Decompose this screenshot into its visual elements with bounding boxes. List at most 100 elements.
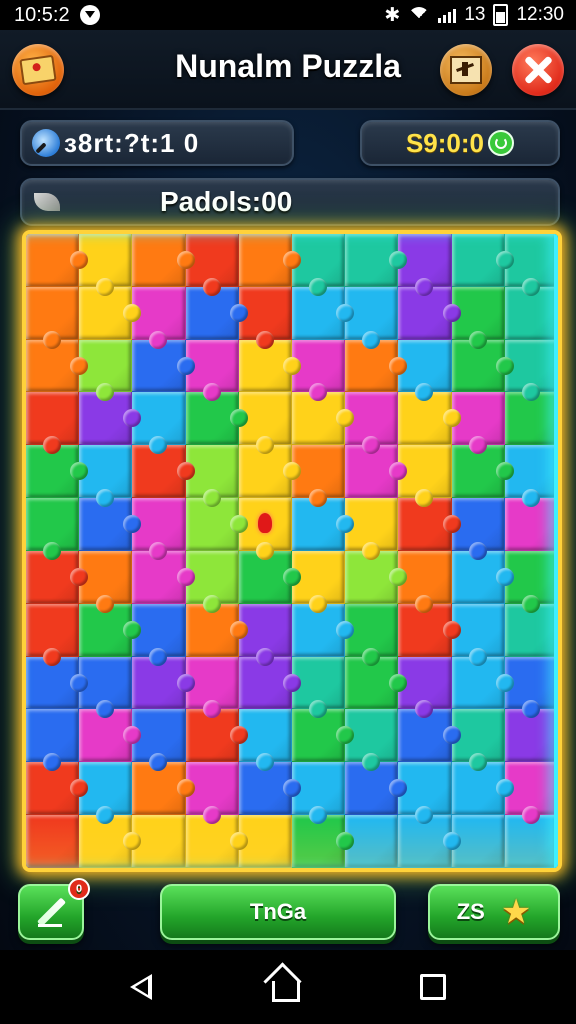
timer-text: ɜ8rt:?t:1 0 — [64, 127, 200, 158]
puzzle-knob — [202, 594, 221, 613]
puzzle-knob — [255, 647, 274, 666]
puzzle-piece[interactable] — [26, 286, 80, 349]
puzzle-knob — [229, 832, 248, 851]
puzzle-knob — [176, 250, 195, 269]
puzzle-knob — [309, 277, 328, 296]
puzzle-knob — [442, 726, 461, 745]
puzzle-knob — [176, 356, 195, 375]
puzzle-knob — [468, 647, 487, 666]
header-bar: Nunalm Puzzla — [0, 30, 576, 110]
close-button[interactable] — [512, 44, 564, 96]
puzzle-knob — [362, 647, 381, 666]
edit-button[interactable]: 0 — [18, 878, 90, 940]
puzzle-knob — [389, 356, 408, 375]
status-indicator-text: 13 — [464, 4, 486, 25]
main-action-button[interactable]: TnGa — [160, 884, 396, 940]
puzzle-knob — [521, 489, 540, 508]
recent-apps-icon[interactable] — [420, 974, 446, 1000]
signal-icon — [438, 7, 457, 23]
puzzle-knob — [495, 356, 514, 375]
puzzle-knob — [70, 673, 89, 692]
puzzle-knob — [495, 567, 514, 586]
puzzle-piece[interactable] — [26, 815, 80, 868]
puzzle-knob — [442, 620, 461, 639]
star-button[interactable]: ZS ★ — [428, 884, 560, 940]
puzzle-piece[interactable] — [238, 234, 301, 287]
easel-icon — [450, 56, 482, 84]
puzzle-knob — [521, 594, 540, 613]
puzzle-knob — [70, 567, 89, 586]
puzzle-knob — [283, 250, 301, 269]
map-button[interactable] — [12, 44, 64, 96]
puzzle-knob — [96, 594, 115, 613]
game-screen: 10:5:2 ✱ 13 12:30 Nunalm Puzzla ɜ8rt:?t:… — [0, 0, 576, 1024]
puzzle-piece[interactable] — [451, 234, 514, 287]
puzzle-knob — [255, 330, 274, 349]
puzzle-knob — [229, 303, 248, 322]
puzzle-piece[interactable] — [26, 392, 80, 455]
game-title: Nunalm Puzzla — [175, 48, 401, 84]
puzzle-knob — [229, 620, 248, 639]
puzzle-knob — [521, 277, 540, 296]
puzzle-board[interactable] — [22, 230, 562, 872]
puzzle-piece[interactable] — [26, 498, 80, 560]
progress-text: Padols:00 — [160, 186, 293, 217]
puzzle-knob — [336, 303, 355, 322]
bluetooth-icon: ✱ — [384, 4, 401, 26]
puzzle-knob — [442, 832, 461, 851]
puzzle-knob — [70, 250, 89, 269]
puzzle-piece[interactable] — [345, 234, 408, 287]
puzzle-knob — [283, 673, 301, 692]
puzzle-knob — [229, 515, 248, 534]
progress-panel: Padols:00 — [20, 178, 560, 226]
puzzle-knob — [96, 277, 115, 296]
puzzle-knob — [283, 567, 301, 586]
puzzle-knob — [442, 515, 461, 534]
status-left: 10:5:2 — [0, 4, 100, 27]
puzzle-knob — [255, 541, 274, 560]
puzzle-grid[interactable] — [26, 234, 558, 868]
puzzle-piece[interactable] — [26, 603, 80, 666]
board-button[interactable] — [440, 44, 492, 96]
puzzle-knob — [176, 462, 195, 481]
status-clock: 12:30 — [516, 4, 564, 25]
puzzle-knob — [309, 594, 328, 613]
close-icon — [523, 55, 553, 85]
puzzle-piece[interactable] — [26, 709, 80, 772]
puzzle-knob — [468, 330, 487, 349]
score-panel: S9:0:0 — [360, 120, 560, 166]
puzzle-knob — [43, 647, 62, 666]
puzzle-knob — [521, 806, 540, 825]
puzzle-knob — [389, 673, 408, 692]
star-button-label: ZS — [456, 899, 485, 924]
puzzle-piece[interactable] — [26, 234, 89, 287]
map-icon — [19, 54, 57, 86]
puzzle-knob — [336, 620, 355, 639]
timer-panel: ɜ8rt:?t:1 0 — [20, 120, 294, 166]
status-bar: 10:5:2 ✱ 13 12:30 — [0, 0, 576, 30]
puzzle-knob — [176, 779, 195, 798]
missing-piece-marker[interactable] — [257, 513, 272, 534]
puzzle-knob — [495, 779, 514, 798]
leaf-icon — [34, 193, 60, 211]
puzzle-knob — [468, 436, 487, 455]
puzzle-knob — [442, 409, 461, 428]
main-action-label: TnGa — [249, 899, 307, 924]
puzzle-knob — [362, 330, 381, 349]
battery-icon — [493, 4, 509, 26]
puzzle-knob — [176, 567, 195, 586]
puzzle-knob — [176, 673, 195, 692]
status-right: ✱ 13 12:30 — [384, 4, 576, 29]
navigation-bar — [0, 950, 576, 1024]
puzzle-knob — [442, 303, 461, 322]
magnifier-icon — [32, 129, 60, 157]
puzzle-knob — [43, 541, 62, 560]
puzzle-piece[interactable] — [132, 234, 195, 287]
notification-app-icon — [79, 5, 100, 25]
chat-icon[interactable] — [488, 130, 515, 156]
puzzle-knob — [495, 462, 514, 481]
puzzle-knob — [202, 489, 221, 508]
puzzle-knob — [43, 330, 62, 349]
home-icon[interactable] — [272, 980, 300, 1002]
back-icon[interactable] — [130, 974, 152, 1000]
